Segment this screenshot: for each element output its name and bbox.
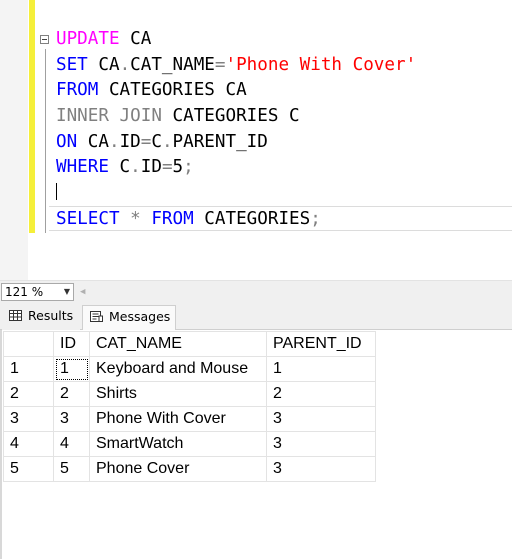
collapse-outline-icon[interactable]	[40, 35, 49, 44]
column-header-cat-name[interactable]: CAT_NAME	[89, 331, 267, 357]
cell-cat-name[interactable]: Shirts	[89, 381, 267, 407]
outline-fold-line	[45, 49, 46, 233]
tab-messages-label: Messages	[109, 309, 171, 324]
cell-parent-id[interactable]: 2	[266, 381, 376, 407]
results-tab-strip: Results Messages	[0, 302, 512, 330]
table-row[interactable]: 3 3 Phone With Cover 3	[3, 406, 376, 432]
grid-header-row: ID CAT_NAME PARENT_ID	[3, 331, 376, 357]
cell-id[interactable]: 2	[53, 381, 90, 407]
cell-cat-name[interactable]: Phone Cover	[89, 456, 267, 482]
results-grid[interactable]: ID CAT_NAME PARENT_ID 1 1 Keyboard and M…	[3, 331, 376, 482]
column-header-parent-id[interactable]: PARENT_ID	[266, 331, 376, 357]
row-number[interactable]: 4	[3, 431, 54, 457]
editor-margin	[0, 0, 28, 280]
table-row[interactable]: 4 4 SmartWatch 3	[3, 431, 376, 457]
text-caret	[56, 183, 57, 200]
cell-id[interactable]: 1	[53, 356, 90, 382]
cell-id[interactable]: 4	[53, 431, 90, 457]
cell-id[interactable]: 5	[53, 456, 90, 482]
cell-parent-id[interactable]: 1	[266, 356, 376, 382]
column-header-id[interactable]: ID	[53, 331, 90, 357]
row-number[interactable]: 3	[3, 406, 54, 432]
code-line-8[interactable]: SELECT * FROM CATEGORIES;	[56, 206, 321, 232]
messages-icon	[90, 311, 103, 322]
scroll-left-icon[interactable]: ◀	[80, 285, 85, 299]
code-line-6[interactable]: WHERE C.ID=5;	[56, 154, 194, 180]
cell-cat-name[interactable]: Keyboard and Mouse	[89, 356, 267, 382]
code-line-2[interactable]: SET CA.CAT_NAME='Phone With Cover'	[56, 52, 416, 78]
row-number[interactable]: 2	[3, 381, 54, 407]
change-tracking-bar	[29, 0, 35, 233]
row-number-header[interactable]	[3, 331, 54, 357]
row-number[interactable]: 5	[3, 456, 54, 482]
cell-id[interactable]: 3	[53, 406, 90, 432]
code-line-3[interactable]: FROM CATEGORIES CA	[56, 77, 247, 103]
cell-parent-id[interactable]: 3	[266, 431, 376, 457]
grid-left-border	[0, 330, 2, 559]
code-line-4[interactable]: INNER JOIN CATEGORIES C	[56, 103, 300, 129]
tab-results-label: Results	[28, 308, 74, 323]
code-line-5[interactable]: ON CA.ID=C.PARENT_ID	[56, 129, 268, 155]
code-line-1[interactable]: UPDATE CA	[56, 26, 151, 52]
grid-icon	[9, 310, 22, 321]
table-row[interactable]: 1 1 Keyboard and Mouse 1	[3, 356, 376, 382]
cell-cat-name[interactable]: Phone With Cover	[89, 406, 267, 432]
tab-results[interactable]: Results	[2, 305, 80, 330]
tab-messages[interactable]: Messages	[82, 305, 176, 330]
cell-cat-name[interactable]: SmartWatch	[89, 431, 267, 457]
row-number[interactable]: 1	[3, 356, 54, 382]
zoom-dropdown[interactable]: 121 % ▼	[1, 283, 74, 301]
zoom-value: 121 %	[5, 285, 44, 299]
editor-status-strip: 121 % ▼ ◀	[0, 280, 512, 302]
chevron-down-icon[interactable]: ▼	[64, 284, 70, 300]
cell-parent-id[interactable]: 3	[266, 456, 376, 482]
sql-editor[interactable]: UPDATE CA SET CA.CAT_NAME='Phone With Co…	[0, 0, 512, 280]
table-row[interactable]: 2 2 Shirts 2	[3, 381, 376, 407]
table-row[interactable]: 5 5 Phone Cover 3	[3, 456, 376, 482]
cell-parent-id[interactable]: 3	[266, 406, 376, 432]
